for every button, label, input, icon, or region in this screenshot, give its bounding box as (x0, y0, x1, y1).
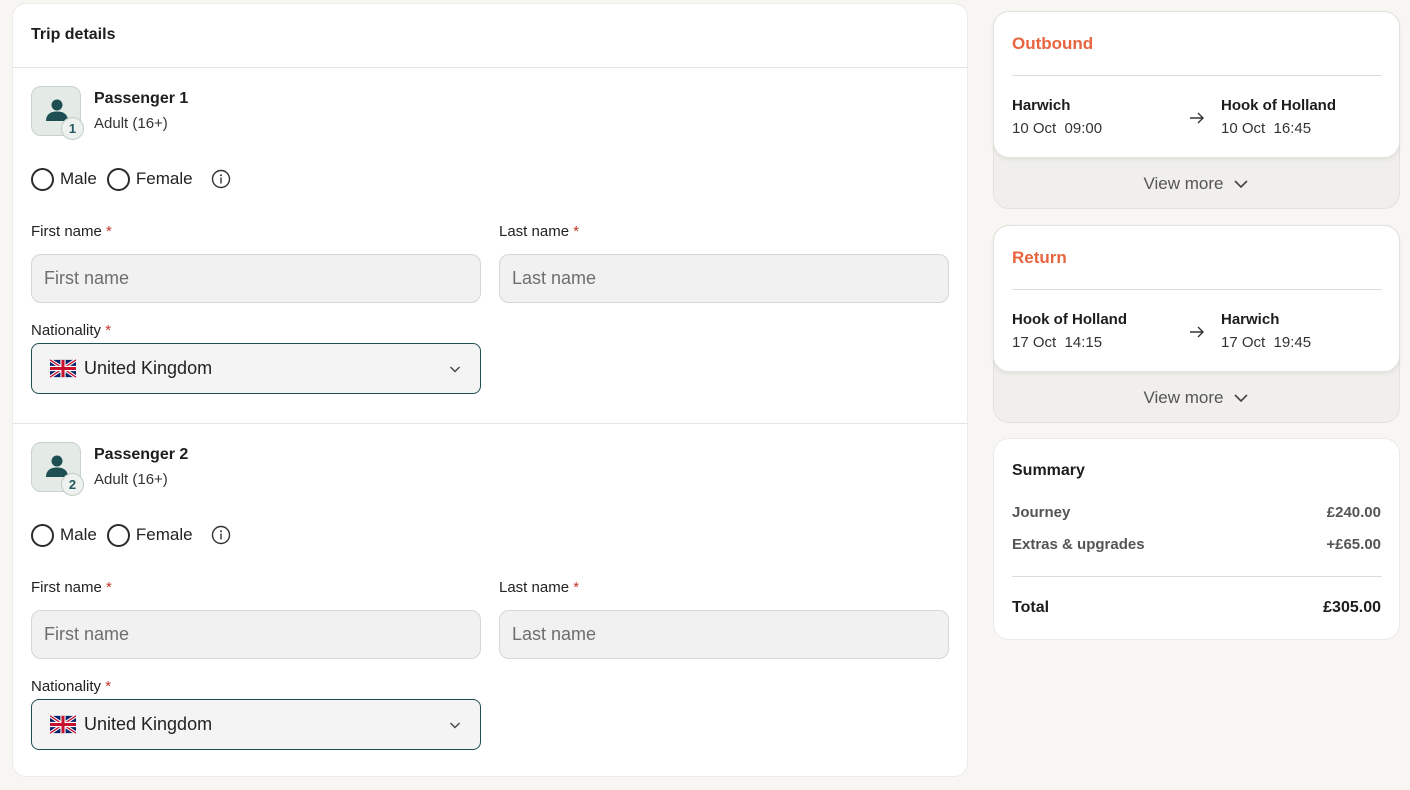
radio-label-female: Female (135, 169, 193, 188)
view-more-button[interactable]: View more (994, 159, 1399, 209)
journey-price: £240.00 (1326, 504, 1381, 521)
arrival-port: Harwich (1221, 311, 1280, 328)
view-more-label: View more (1143, 388, 1224, 407)
chevron-down-icon (450, 722, 460, 728)
outbound-title: Outbound (1012, 34, 1094, 53)
info-icon[interactable] (211, 169, 231, 189)
last-name-input[interactable] (499, 254, 949, 303)
nationality-select[interactable]: United Kingdom (31, 699, 481, 750)
outbound-panel: Outbound Harwich 10 Oct 09:00 Hook of Ho… (993, 11, 1400, 209)
gender-female-option[interactable]: Female (106, 523, 193, 547)
summary-card: Summary Journey £240.00 Extras & upgrade… (993, 438, 1400, 640)
radio-button[interactable] (106, 167, 130, 191)
nationality-label: Nationality * (31, 322, 112, 339)
gender-male-option[interactable]: Male (31, 523, 97, 547)
departure-port: Harwich (1012, 97, 1071, 114)
summary-title: Summary (1012, 462, 1085, 479)
arrow-right-icon (1190, 112, 1204, 124)
uk-flag-icon (50, 715, 76, 734)
passenger-section-2: 2 Passenger 2 Adult (16+) Male Female Fi… (13, 423, 967, 778)
radio-label-male: Male (60, 525, 97, 544)
chevron-down-icon (1233, 394, 1248, 403)
radio-button[interactable] (106, 523, 130, 547)
passenger-type: Adult (16+) (94, 471, 168, 488)
extras-price: +£65.00 (1326, 536, 1381, 553)
passenger-name: Passenger 1 (94, 90, 189, 107)
passenger-avatar: 2 (31, 442, 84, 496)
extras-label: Extras & upgrades (1012, 536, 1145, 553)
last-name-label: Last name * (499, 223, 580, 240)
divider (1012, 576, 1382, 577)
passenger-avatar: 1 (31, 86, 84, 140)
departure-time: 17 Oct 14:15 (1012, 334, 1103, 351)
total-label: Total (1012, 599, 1050, 616)
return-panel: Return Hook of Holland 17 Oct 14:15 Harw… (993, 225, 1400, 423)
chevron-down-icon (1233, 180, 1248, 189)
return-card: Return Hook of Holland 17 Oct 14:15 Harw… (993, 225, 1400, 372)
nationality-value: United Kingdom (84, 714, 213, 734)
first-name-input[interactable] (31, 254, 481, 303)
radio-label-female: Female (135, 525, 193, 544)
first-name-label: First name * (31, 223, 112, 240)
divider (1012, 289, 1382, 290)
return-title: Return (1012, 248, 1067, 267)
trip-details-title: Trip details (13, 4, 967, 68)
gender-radio-group: Male Female (31, 522, 231, 548)
last-name-input[interactable] (499, 610, 949, 659)
first-name-input[interactable] (31, 610, 481, 659)
first-name-label: First name * (31, 579, 112, 596)
view-more-button[interactable]: View more (994, 373, 1399, 423)
passenger-number-badge: 1 (61, 117, 84, 140)
arrival-time: 10 Oct 16:45 (1221, 120, 1312, 137)
gender-radio-group: Male Female (31, 166, 231, 192)
nationality-value: United Kingdom (84, 358, 213, 378)
nationality-label: Nationality * (31, 678, 112, 695)
chevron-down-icon (450, 366, 460, 372)
nationality-select[interactable]: United Kingdom (31, 343, 481, 394)
passenger-type: Adult (16+) (94, 115, 168, 132)
info-icon[interactable] (211, 525, 231, 545)
radio-button[interactable] (31, 523, 54, 547)
departure-port: Hook of Holland (1012, 311, 1127, 328)
arrival-port: Hook of Holland (1221, 97, 1336, 114)
total-price: £305.00 (1323, 599, 1381, 616)
arrival-time: 17 Oct 19:45 (1221, 334, 1312, 351)
passenger-number-badge: 2 (61, 473, 84, 496)
outbound-card: Outbound Harwich 10 Oct 09:00 Hook of Ho… (993, 11, 1400, 158)
uk-flag-icon (50, 359, 76, 378)
gender-female-option[interactable]: Female (106, 167, 193, 191)
last-name-label: Last name * (499, 579, 580, 596)
journey-label: Journey (1012, 504, 1071, 521)
radio-button[interactable] (31, 167, 54, 191)
divider (1012, 75, 1382, 76)
arrow-right-icon (1190, 326, 1204, 338)
departure-time: 10 Oct 09:00 (1012, 120, 1103, 137)
passenger-section-1: 1 Passenger 1 Adult (16+) Male Female Fi… (13, 68, 967, 423)
view-more-label: View more (1143, 174, 1224, 193)
trip-details-card: Trip details 1 Passenger 1 Adult (16+) M… (12, 3, 968, 777)
passenger-name: Passenger 2 (94, 446, 189, 463)
radio-label-male: Male (60, 169, 97, 188)
gender-male-option[interactable]: Male (31, 167, 97, 191)
